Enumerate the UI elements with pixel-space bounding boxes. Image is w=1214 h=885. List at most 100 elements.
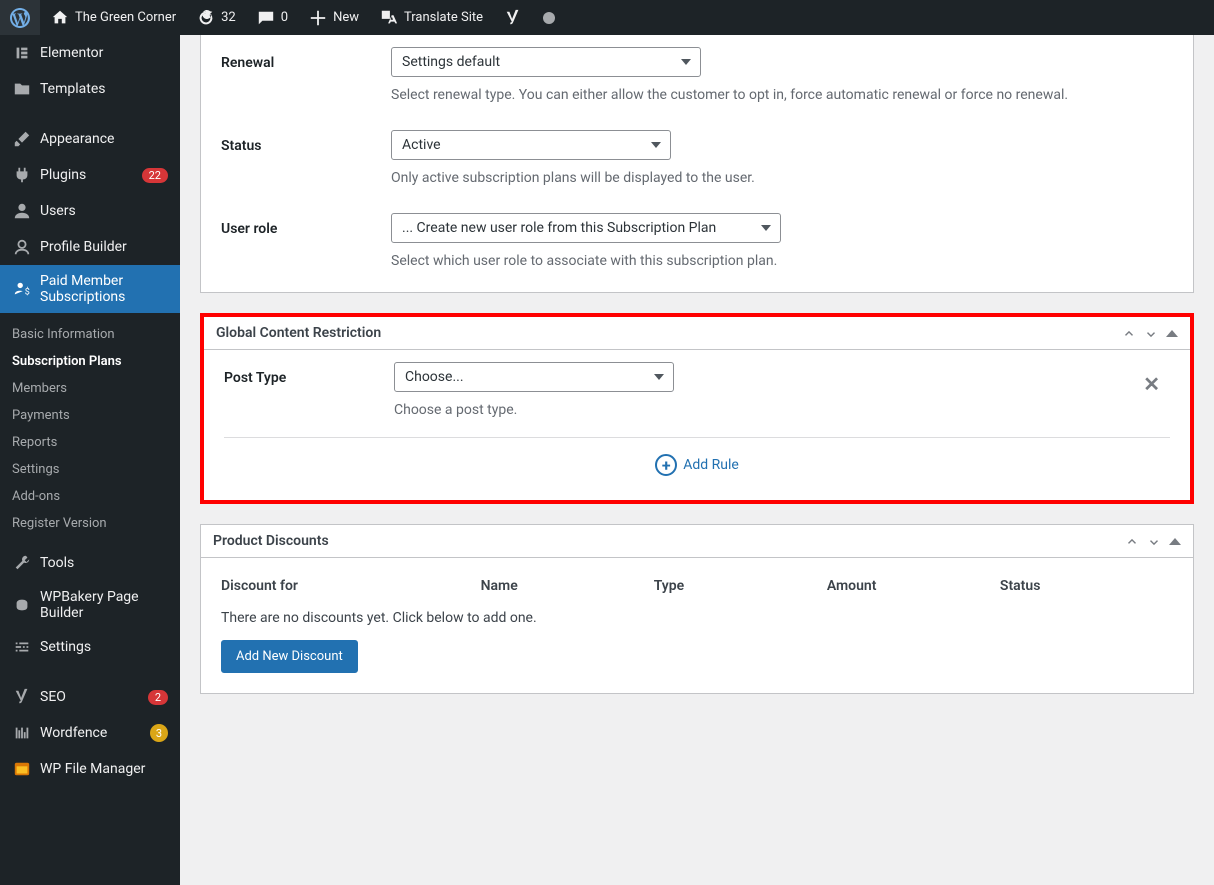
add-rule-link[interactable]: + Add Rule — [655, 454, 739, 476]
new-label: New — [333, 10, 359, 25]
sidebar-item-tools[interactable]: Tools — [0, 545, 180, 581]
submenu-addons[interactable]: Add-ons — [0, 483, 180, 510]
profile-icon — [12, 237, 32, 257]
sidebar-label: Paid Member Subscriptions — [40, 273, 168, 305]
status-select[interactable]: Active — [391, 130, 671, 160]
renewal-label: Renewal — [221, 47, 391, 71]
plugins-badge: 22 — [142, 168, 168, 183]
status-indicator[interactable] — [533, 0, 565, 35]
move-down-icon[interactable] — [1144, 326, 1158, 340]
posttype-label: Post Type — [224, 362, 394, 386]
move-down-icon[interactable] — [1147, 534, 1161, 548]
folder-icon — [12, 79, 32, 99]
userrole-select[interactable]: ... Create new user role from this Subsc… — [391, 213, 781, 243]
brush-icon — [12, 129, 32, 149]
site-title-text: The Green Corner — [75, 10, 176, 25]
discounts-table-head: Discount for Name Type Amount Status — [221, 570, 1173, 602]
member-dollar-icon: $ — [12, 279, 32, 299]
wp-logo[interactable] — [0, 0, 40, 35]
circle-indicator-icon — [543, 12, 555, 24]
wrench-icon — [12, 553, 32, 573]
gcr-postbox: Global Content Restriction Post Type Cho… — [200, 313, 1194, 504]
yoast-seo-icon — [12, 687, 32, 707]
toggle-panel-icon[interactable] — [1166, 330, 1178, 337]
sidebar-label: Plugins — [40, 167, 134, 183]
sidebar-label: Settings — [40, 639, 168, 655]
submenu-subscription[interactable]: Subscription Plans — [0, 348, 180, 375]
userrole-help: Select which user role to associate with… — [391, 251, 1091, 272]
no-discounts-text: There are no discounts yet. Click below … — [221, 610, 1173, 626]
posttype-select[interactable]: Choose... — [394, 362, 674, 392]
sidebar-item-seo[interactable]: SEO 2 — [0, 679, 180, 715]
discounts-header: Product Discounts — [201, 525, 1193, 558]
comment-icon — [256, 8, 276, 28]
translate-link[interactable]: Translate Site — [369, 0, 493, 35]
sidebar-item-plugins[interactable]: Plugins 22 — [0, 157, 180, 193]
seo-badge: 2 — [148, 690, 168, 705]
add-rule-label: Add Rule — [683, 457, 739, 473]
sidebar-submenu: Basic Information Subscription Plans Mem… — [0, 313, 180, 545]
sidebar-item-wpfm[interactable]: WP File Manager — [0, 751, 180, 787]
gcr-title: Global Content Restriction — [216, 325, 381, 341]
sidebar-item-profile-builder[interactable]: Profile Builder — [0, 229, 180, 265]
sidebar-item-settings[interactable]: Settings — [0, 629, 180, 665]
settings-postbox: Renewal Settings default Select renewal … — [200, 35, 1194, 293]
comments-link[interactable]: 0 — [246, 0, 298, 35]
wordfence-icon — [12, 723, 32, 743]
sidebar-label: SEO — [40, 689, 140, 705]
refresh-icon — [196, 8, 216, 28]
submenu-payments[interactable]: Payments — [0, 402, 180, 429]
remove-rule-button[interactable]: ✕ — [1133, 362, 1170, 406]
status-row: Status Active Only active subscription p… — [221, 130, 1173, 189]
refresh-link[interactable]: 32 — [186, 0, 246, 35]
sidebar-item-templates[interactable]: Templates — [0, 71, 180, 107]
sidebar-item-users[interactable]: Users — [0, 193, 180, 229]
submenu-settings[interactable]: Settings — [0, 456, 180, 483]
sliders-icon — [12, 637, 32, 657]
refresh-count: 32 — [221, 10, 236, 25]
sidebar-item-wordfence[interactable]: Wordfence 3 — [0, 715, 180, 751]
add-discount-button[interactable]: Add New Discount — [221, 640, 358, 673]
add-rule-row: + Add Rule — [224, 437, 1170, 480]
svg-text:$: $ — [25, 286, 30, 297]
toggle-panel-icon[interactable] — [1169, 538, 1181, 545]
renewal-select[interactable]: Settings default — [391, 47, 701, 77]
elementor-icon — [12, 43, 32, 63]
new-link[interactable]: New — [298, 0, 369, 35]
status-label: Status — [221, 130, 391, 154]
plus-circle-icon: + — [655, 454, 677, 476]
sidebar-item-appearance[interactable]: Appearance — [0, 121, 180, 157]
sidebar-item-wpbakery[interactable]: WPBakery Page Builder — [0, 581, 180, 629]
sidebar-label: Templates — [40, 81, 168, 97]
move-up-icon[interactable] — [1122, 326, 1136, 340]
gcr-header: Global Content Restriction — [204, 317, 1190, 350]
th-amount: Amount — [827, 578, 1000, 594]
userrole-row: User role ... Create new user role from … — [221, 213, 1173, 272]
yoast-icon — [503, 8, 523, 28]
renewal-row: Renewal Settings default Select renewal … — [221, 47, 1173, 106]
translate-label: Translate Site — [404, 10, 483, 25]
wpbakery-icon — [12, 595, 32, 615]
file-manager-icon — [12, 759, 32, 779]
sidebar-label: Wordfence — [40, 725, 142, 741]
posttype-help: Choose a post type. — [394, 400, 1094, 421]
discounts-postbox: Product Discounts Discount for Name Type… — [200, 524, 1194, 694]
yoast-link[interactable] — [493, 0, 533, 35]
rule-row: Post Type Choose... Choose a post type. … — [224, 362, 1170, 421]
submenu-basic[interactable]: Basic Information — [0, 321, 180, 348]
comments-count: 0 — [281, 10, 288, 25]
discounts-title: Product Discounts — [213, 533, 329, 549]
userrole-label: User role — [221, 213, 391, 237]
sidebar-item-pms[interactable]: $ Paid Member Subscriptions — [0, 265, 180, 313]
submenu-reports[interactable]: Reports — [0, 429, 180, 456]
sidebar-item-elementor[interactable]: Elementor — [0, 35, 180, 71]
th-name: Name — [481, 578, 654, 594]
move-up-icon[interactable] — [1125, 534, 1139, 548]
user-icon — [12, 201, 32, 221]
submenu-register[interactable]: Register Version — [0, 510, 180, 537]
sidebar-label: Profile Builder — [40, 239, 168, 255]
submenu-members[interactable]: Members — [0, 375, 180, 402]
sidebar-label: Users — [40, 203, 168, 219]
close-icon: ✕ — [1143, 372, 1160, 396]
site-title-link[interactable]: The Green Corner — [40, 0, 186, 35]
